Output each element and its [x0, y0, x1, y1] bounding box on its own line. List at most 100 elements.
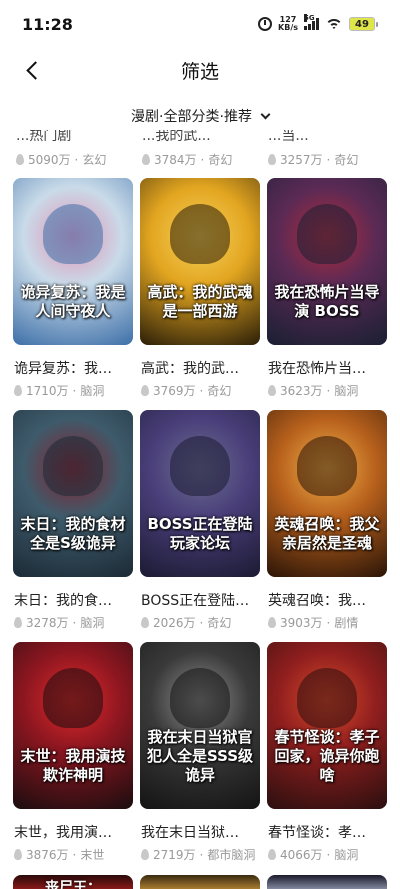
chevron-down-icon — [260, 109, 271, 119]
card-genre: 脑洞 — [80, 384, 105, 398]
card-heat: 3903万 — [280, 616, 323, 630]
card-genre: 脑洞 — [334, 848, 359, 862]
card-meta: 3903万 · 剧情 — [268, 614, 358, 631]
cover-caption: 我在末日当狱官 犯人全是SSS级诡异 — [146, 728, 254, 784]
meta-separator: · — [74, 152, 79, 167]
card-heat: 3769万 — [153, 384, 196, 398]
comic-cover: 末日：我的食材全是S级诡异 — [13, 410, 133, 577]
status-icons: 127 KB/s 5G 49 — [258, 14, 378, 32]
card-title: 末日：我的食… — [14, 593, 112, 609]
signal-type-label: 5G — [304, 14, 315, 22]
comic-card[interactable]: 诡异复苏：我是人间守夜人 诡异复苏：我… 1710万 · 脑洞 — [13, 178, 133, 410]
cover-caption: 高武：我的武魂是一部西游 — [147, 283, 253, 320]
back-button[interactable] — [18, 56, 46, 84]
fire-icon — [268, 849, 276, 860]
card-meta: 2719万 · 都市脑洞 — [141, 846, 255, 863]
cellular-signal-icon: 5G — [304, 14, 319, 30]
card-genre: 奇幻 — [207, 616, 232, 630]
cover-caption: 春节怪谈：孝子回家，诡异你跑啥 — [274, 728, 380, 784]
status-time: 11:28 — [22, 14, 73, 34]
card-meta: 3257万 · 奇幻 — [268, 151, 358, 168]
card-heat: 5090万 — [28, 153, 71, 167]
fire-icon — [141, 385, 149, 396]
chevron-left-icon — [25, 60, 45, 80]
card-heat: 1710万 — [26, 384, 69, 398]
meta-separator: · — [199, 615, 204, 630]
comic-card[interactable]: 末日：我的食材全是S级诡异 末日：我的食… 3278万 · 脑洞 — [13, 410, 133, 642]
card-title: 诡异复苏：我… — [14, 361, 112, 377]
card-title: 高武：我的武… — [141, 361, 239, 377]
comic-cover-partial[interactable]: 丧尸王： — [13, 875, 133, 889]
card-genre: 奇幻 — [208, 153, 233, 167]
meta-separator: · — [326, 615, 331, 630]
card-heat: 3623万 — [280, 384, 323, 398]
fire-icon — [268, 617, 276, 628]
fire-icon — [268, 154, 276, 165]
fire-icon — [142, 154, 150, 165]
card-heat: 4066万 — [280, 848, 323, 862]
meta-separator: · — [72, 383, 77, 398]
comic-card[interactable]: 我在末日当狱官 犯人全是SSS级诡异 我在末日当狱… 2719万 · 都市脑洞 — [140, 642, 260, 874]
comic-cover: 英魂召唤：我父亲居然是圣魂 — [267, 410, 387, 577]
card-genre: 脑洞 — [80, 616, 105, 630]
comic-cover: 高武：我的武魂是一部西游 — [140, 178, 260, 345]
fire-icon — [14, 849, 22, 860]
fire-icon — [141, 849, 149, 860]
comic-card[interactable]: 春节怪谈：孝子回家，诡异你跑啥 春节怪谈：孝… 4066万 · 脑洞 — [267, 642, 387, 874]
comic-cover: BOSS正在登陆玩家论坛 — [140, 410, 260, 577]
fire-icon — [16, 154, 24, 165]
cover-caption: 英魂召唤：我父亲居然是圣魂 — [274, 515, 380, 552]
meta-separator: · — [326, 383, 331, 398]
meta-separator: · — [72, 615, 77, 630]
comic-card[interactable]: 我在恐怖片当导演 BOSS 我在恐怖片当… 3623万 · 脑洞 — [267, 178, 387, 410]
card-meta: 1710万 · 脑洞 — [14, 382, 104, 399]
card-meta: 4066万 · 脑洞 — [268, 846, 358, 863]
card-heat: 2719万 — [153, 848, 196, 862]
card-title: ...我的武... — [142, 130, 211, 144]
card-heat: 3876万 — [26, 848, 69, 862]
cover-art — [297, 204, 357, 264]
wifi-icon — [325, 17, 343, 31]
comic-cover-partial[interactable] — [267, 875, 387, 889]
card-genre: 都市脑洞 — [207, 848, 256, 862]
card-meta: 3784万 · 奇幻 — [142, 151, 232, 168]
navigation-bar: 筛选 — [0, 48, 400, 92]
card-meta: 3769万 · 奇幻 — [141, 382, 231, 399]
status-bar: 11:28 127 KB/s 5G 49 — [0, 0, 400, 48]
comic-card[interactable]: 高武：我的武魂是一部西游 高武：我的武… 3769万 · 奇幻 — [140, 178, 260, 410]
comic-card[interactable]: 末世：我用演技欺诈神明 末世，我用演… 3876万 · 末世 — [13, 642, 133, 874]
card-meta: 2026万 · 奇幻 — [141, 614, 231, 631]
card-meta: 3278万 · 脑洞 — [14, 614, 104, 631]
comic-cover: 春节怪谈：孝子回家，诡异你跑啥 — [267, 642, 387, 809]
card-title: ...当... — [268, 130, 309, 144]
comic-card[interactable]: BOSS正在登陆玩家论坛 BOSS正在登陆… 2026万 · 奇幻 — [140, 410, 260, 642]
meta-separator: · — [200, 152, 205, 167]
network-speed: 127 KB/s — [278, 16, 298, 32]
comic-cover-partial[interactable] — [140, 875, 260, 889]
card-genre: 奇幻 — [207, 384, 232, 398]
cover-art — [170, 204, 230, 264]
fire-icon — [14, 385, 22, 396]
cover-caption: 诡异复苏：我是人间守夜人 — [20, 283, 126, 320]
card-title: BOSS正在登陆… — [141, 593, 250, 609]
network-speed-unit: KB/s — [278, 23, 298, 32]
card-genre: 剧情 — [334, 616, 359, 630]
comic-card[interactable]: 英魂召唤：我父亲居然是圣魂 英魂召唤：我… 3903万 · 剧情 — [267, 410, 387, 642]
comic-cover: 诡异复苏：我是人间守夜人 — [13, 178, 133, 345]
cover-art — [297, 668, 357, 728]
card-title: 春节怪谈：孝… — [268, 825, 366, 841]
card-title: 我在末日当狱… — [141, 825, 239, 841]
comic-grid[interactable]: ...热门剧 5090万 · 玄幻 ...我的武... 3784万 · 奇幻 .… — [0, 130, 400, 889]
comic-cover: 我在末日当狱官 犯人全是SSS级诡异 — [140, 642, 260, 809]
card-meta: 3876万 · 末世 — [14, 846, 104, 863]
cover-caption: 末世：我用演技欺诈神明 — [20, 747, 126, 784]
filter-dropdown[interactable]: 漫剧·全部分类·推荐 — [0, 102, 400, 130]
comic-cover: 我在恐怖片当导演 BOSS — [267, 178, 387, 345]
card-title: 末世，我用演… — [14, 825, 112, 841]
cover-caption: 丧尸王： — [45, 880, 101, 889]
cover-art — [43, 204, 103, 264]
card-meta: 3623万 · 脑洞 — [268, 382, 358, 399]
cover-caption: 末日：我的食材全是S级诡异 — [20, 515, 126, 552]
meta-separator: · — [199, 383, 204, 398]
cover-caption: BOSS正在登陆玩家论坛 — [147, 515, 253, 552]
